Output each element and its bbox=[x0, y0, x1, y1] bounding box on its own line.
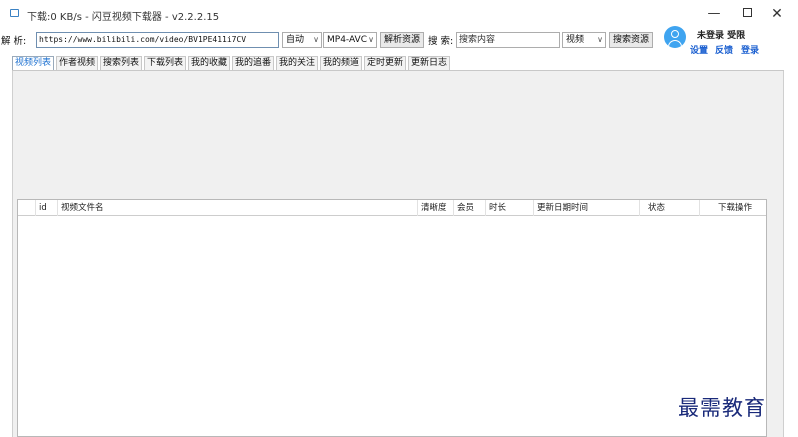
app-icon bbox=[10, 9, 19, 17]
maximize-button[interactable] bbox=[733, 5, 761, 23]
tab-scheduled-update[interactable]: 定时更新 bbox=[364, 56, 406, 70]
table-header-spacer bbox=[18, 200, 36, 216]
tab-download-list[interactable]: 下载列表 bbox=[144, 56, 186, 70]
tab-author-videos[interactable]: 作者视频 bbox=[56, 56, 98, 70]
tab-my-bangumi[interactable]: 我的追番 bbox=[232, 56, 274, 70]
maximize-icon bbox=[742, 8, 752, 17]
chevron-down-icon: ∨ bbox=[368, 35, 374, 44]
mode-select-value: 自动 bbox=[286, 35, 305, 45]
tab-search-list[interactable]: 搜索列表 bbox=[100, 56, 142, 70]
tab-my-following[interactable]: 我的关注 bbox=[276, 56, 318, 70]
search-input[interactable]: 搜索内容 bbox=[456, 32, 560, 48]
column-download-action[interactable]: 下载操作 bbox=[700, 200, 766, 216]
title-bar: 下载:0 KB/s - 闪豆视频下载器 - v2.2.2.15 — ✕ bbox=[0, 0, 798, 28]
column-status[interactable]: 状态 bbox=[640, 200, 700, 216]
parse-label: 解 析: bbox=[1, 36, 27, 47]
format-select-value: MP4-AVC bbox=[327, 35, 367, 45]
login-link[interactable]: 登录 bbox=[741, 43, 759, 56]
close-button[interactable]: ✕ bbox=[763, 5, 791, 23]
column-filename[interactable]: 视频文件名 bbox=[58, 200, 418, 216]
column-id[interactable]: id bbox=[36, 200, 58, 216]
search-type-value: 视频 bbox=[566, 35, 585, 45]
mode-select[interactable]: 自动 ∨ bbox=[282, 32, 322, 48]
url-input[interactable]: https://www.bilibili.com/video/BV1PE411i… bbox=[36, 32, 279, 48]
video-table[interactable]: id 视频文件名 清晰度 会员 时长 更新日期时间 状态 下载操作 bbox=[17, 199, 767, 437]
minimize-button[interactable]: — bbox=[700, 5, 728, 23]
column-duration[interactable]: 时长 bbox=[486, 200, 534, 216]
search-label: 搜 索: bbox=[428, 36, 454, 47]
window-title: 下载:0 KB/s - 闪豆视频下载器 - v2.2.2.15 bbox=[27, 12, 220, 23]
tab-video-list[interactable]: 视频列表 bbox=[12, 56, 54, 70]
settings-link[interactable]: 设置 bbox=[690, 43, 708, 56]
search-type-select[interactable]: 视频 ∨ bbox=[562, 32, 606, 48]
feedback-link[interactable]: 反馈 bbox=[715, 43, 733, 56]
avatar-icon[interactable] bbox=[664, 26, 686, 48]
tab-my-favorites[interactable]: 我的收藏 bbox=[188, 56, 230, 70]
chevron-down-icon: ∨ bbox=[597, 35, 603, 44]
tab-my-channel[interactable]: 我的频道 bbox=[320, 56, 362, 70]
format-select[interactable]: MP4-AVC ∨ bbox=[323, 32, 377, 48]
table-header: id 视频文件名 清晰度 会员 时长 更新日期时间 状态 下载操作 bbox=[18, 200, 766, 216]
column-quality[interactable]: 清晰度 bbox=[418, 200, 454, 216]
tab-changelog[interactable]: 更新日志 bbox=[408, 56, 450, 70]
chevron-down-icon: ∨ bbox=[313, 35, 319, 44]
column-update-time[interactable]: 更新日期时间 bbox=[534, 200, 640, 216]
search-button[interactable]: 搜索资源 bbox=[609, 32, 653, 48]
watermark-text: 最需教育 bbox=[678, 396, 766, 420]
login-status: 未登录 受限 bbox=[697, 31, 746, 41]
column-member[interactable]: 会员 bbox=[454, 200, 486, 216]
parse-button[interactable]: 解析资源 bbox=[380, 32, 424, 48]
